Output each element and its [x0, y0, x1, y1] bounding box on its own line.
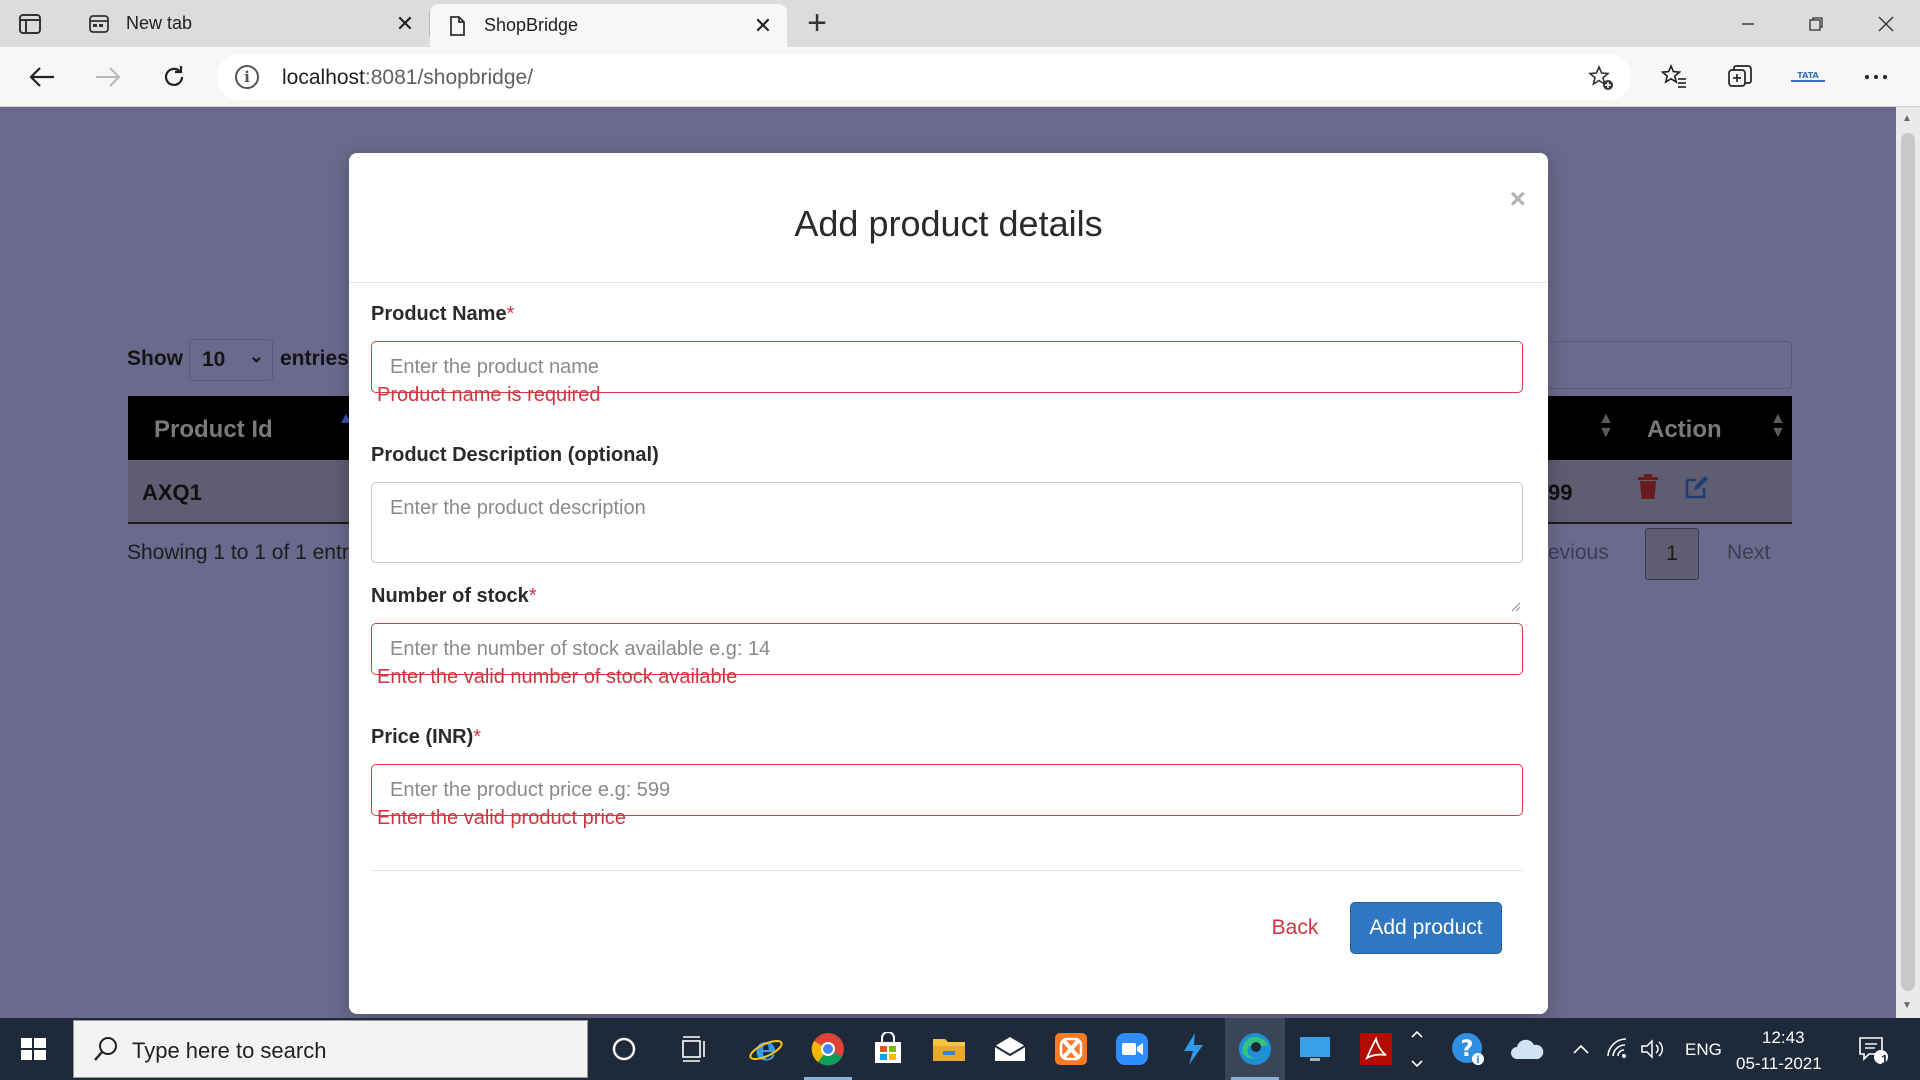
- taskbar-search-placeholder: Type here to search: [132, 1038, 327, 1063]
- product-description-textarea[interactable]: [371, 482, 1523, 563]
- store-icon[interactable]: [866, 1027, 910, 1071]
- windows-taskbar: Type here to search e ? i ENG 12:43 05-1…: [0, 1018, 1920, 1080]
- language-indicator[interactable]: ENG: [1685, 1040, 1722, 1060]
- minimize-icon[interactable]: [1714, 0, 1782, 47]
- forward-arrow-icon[interactable]: [88, 57, 128, 97]
- tab-label: ShopBridge: [484, 15, 579, 35]
- price-error: Enter the valid product price: [377, 807, 627, 829]
- delete-trash-icon[interactable]: [1637, 474, 1659, 500]
- window-close-icon[interactable]: [1852, 0, 1920, 47]
- restore-icon[interactable]: [1782, 0, 1850, 47]
- sort-icon: ▲ ▼: [1770, 410, 1786, 441]
- entries-label: entries: [280, 347, 349, 370]
- onedrive-cloud-icon[interactable]: [1505, 1027, 1549, 1071]
- close-icon[interactable]: ✕: [749, 12, 777, 40]
- browser-tab-bar: New tab ✕ ShopBridge ✕ +: [0, 0, 1920, 47]
- tab-label: New tab: [126, 13, 193, 33]
- svg-text:?: ?: [1461, 1037, 1474, 1062]
- newtab-icon: [88, 13, 110, 35]
- collections-icon[interactable]: [1722, 59, 1758, 95]
- column-header-product-id[interactable]: Product Id: [154, 416, 273, 444]
- edit-icon[interactable]: [1684, 474, 1710, 500]
- svg-text:e: e: [755, 1031, 777, 1067]
- refresh-icon[interactable]: [154, 57, 194, 97]
- product-name-label: Product Name*: [371, 303, 515, 325]
- column-header-action[interactable]: Action: [1647, 416, 1722, 444]
- modal-close-icon[interactable]: ×: [1510, 183, 1526, 215]
- pagination-page[interactable]: 1: [1645, 528, 1699, 580]
- taskbar-search-input[interactable]: Type here to search: [73, 1020, 588, 1078]
- browser-address-bar: i localhost:8081/shopbridge/ TATA: [0, 47, 1920, 107]
- showing-entries-text: Showing 1 to 1 of 1 entr: [127, 541, 349, 564]
- zoom-icon[interactable]: [1110, 1027, 1154, 1071]
- url-field[interactable]: i localhost:8081/shopbridge/: [217, 54, 1631, 100]
- page-icon: [446, 15, 468, 37]
- windows-start-icon[interactable]: [16, 1032, 50, 1066]
- help-icon[interactable]: ? i: [1446, 1027, 1490, 1071]
- notification-count: 1: [1881, 1052, 1889, 1067]
- scroll-up-icon[interactable]: ▲: [1902, 113, 1912, 124]
- show-label: Show: [127, 347, 183, 370]
- modal-header: Add product details ×: [349, 153, 1548, 283]
- close-icon[interactable]: ✕: [391, 10, 419, 38]
- internet-explorer-icon[interactable]: e: [744, 1027, 788, 1071]
- volume-icon[interactable]: [1632, 1027, 1672, 1071]
- notification-center-icon[interactable]: 1: [1851, 1027, 1895, 1071]
- table-search-input[interactable]: [1546, 341, 1792, 389]
- profile-avatar-icon[interactable]: TATA: [1790, 59, 1826, 95]
- remote-desktop-icon[interactable]: [1293, 1027, 1337, 1071]
- pagination-previous[interactable]: revious: [1541, 541, 1609, 565]
- product-description-label: Product Description (optional): [371, 444, 659, 466]
- product-name-error: Product name is required: [377, 384, 601, 406]
- xampp-icon[interactable]: [1049, 1027, 1093, 1071]
- cortana-icon[interactable]: [602, 1027, 646, 1071]
- scrollbar-thumb[interactable]: [1901, 133, 1915, 991]
- edge-icon[interactable]: [1233, 1027, 1277, 1071]
- entries-select[interactable]: 10 ⌄: [189, 339, 273, 381]
- modal-title: Add product details: [794, 203, 1103, 244]
- new-tab-plus-icon[interactable]: +: [800, 4, 834, 42]
- page-scrollbar[interactable]: ▲ ▼: [1896, 107, 1920, 1018]
- back-button[interactable]: Back: [1249, 905, 1341, 951]
- svg-text:i: i: [1476, 1055, 1479, 1066]
- add-product-modal: Add product details × Product Name* Prod…: [349, 153, 1548, 1014]
- show-hidden-icons-chevron[interactable]: [1559, 1027, 1603, 1071]
- add-favorite-icon[interactable]: [1587, 64, 1615, 92]
- file-explorer-icon[interactable]: [927, 1027, 971, 1071]
- cell-price: 99: [1548, 480, 1573, 505]
- resize-handle-icon[interactable]: [1511, 599, 1521, 612]
- required-asterisk: *: [473, 726, 482, 748]
- stock-label: Number of stock*: [371, 585, 537, 607]
- required-asterisk: *: [506, 303, 515, 325]
- site-info-icon[interactable]: i: [235, 65, 259, 89]
- cell-product-id: AXQ1: [142, 480, 202, 505]
- required-asterisk: *: [528, 585, 537, 607]
- modal-footer-divider: [371, 870, 1523, 871]
- pagination-next[interactable]: Next: [1727, 541, 1770, 565]
- acrobat-icon[interactable]: [1354, 1027, 1398, 1071]
- tab-shopbridge[interactable]: ShopBridge ✕: [430, 4, 787, 47]
- task-view-icon[interactable]: [673, 1027, 717, 1071]
- tab-actions-icon[interactable]: [16, 11, 44, 37]
- mail-icon[interactable]: [988, 1027, 1032, 1071]
- favorites-icon[interactable]: [1656, 59, 1692, 95]
- svg-text:TATA: TATA: [1797, 71, 1819, 80]
- tab-new-tab[interactable]: New tab ✕: [72, 0, 429, 47]
- clock-date[interactable]: 05-11-2021: [1736, 1054, 1822, 1074]
- chevron-down-icon: ⌄: [248, 346, 264, 366]
- clock-time[interactable]: 12:43: [1762, 1028, 1805, 1048]
- stock-error: Enter the valid number of stock availabl…: [377, 666, 738, 688]
- visual-studio-icon[interactable]: [1171, 1027, 1215, 1071]
- scroll-down-icon[interactable]: ▼: [1902, 1000, 1912, 1011]
- more-menu-icon[interactable]: [1858, 59, 1894, 95]
- back-arrow-icon[interactable]: [22, 57, 62, 97]
- page-viewport: Show 10 ⌄ entries Product Id ▲ ▲ ▼ Action …: [0, 107, 1896, 1018]
- add-product-button[interactable]: Add product: [1350, 902, 1502, 954]
- sort-icon: ▲ ▼: [1598, 410, 1614, 441]
- chrome-icon[interactable]: [806, 1027, 850, 1071]
- url-text: localhost:8081/shopbridge/: [282, 66, 534, 89]
- search-icon: [92, 1035, 120, 1063]
- price-label: Price (INR)*: [371, 726, 482, 748]
- taskbar-overflow-chevrons-icon[interactable]: [1405, 1027, 1429, 1071]
